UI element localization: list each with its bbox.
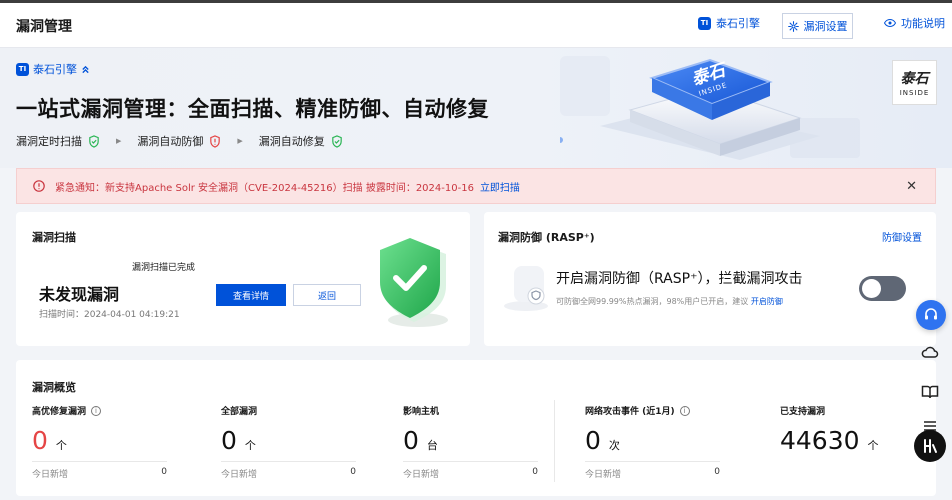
stat-value: 0 (403, 426, 419, 455)
close-icon[interactable]: ✕ (906, 179, 917, 194)
stat-foot: 今日新增 0 (221, 467, 356, 480)
top-bar: 漏洞管理 TI 泰石引擎 漏洞设置 功能说明 (0, 0, 952, 48)
step-repair-label: 漏洞自动修复 (258, 135, 325, 148)
stat-foot: 今日新增 0 (585, 467, 720, 480)
inside-logo-en: INSIDE (899, 89, 930, 97)
engine-link-label: 泰石引擎 (716, 17, 760, 30)
gear-icon (787, 20, 799, 32)
inside-logo-cn: 泰石 (900, 71, 929, 87)
stat-supported-vulns: 已支持漏洞 44630 个 (780, 404, 879, 455)
defense-toggle[interactable] (859, 276, 906, 301)
scan-card-title: 漏洞扫描 (32, 231, 76, 244)
scan-done-label: 漏洞扫描已完成 (132, 263, 196, 273)
shield-alert-icon (210, 134, 221, 148)
cloud-icon (921, 346, 939, 358)
defense-shield-icon (504, 266, 548, 311)
assistant-button[interactable] (914, 430, 946, 462)
vuln-settings-label: 漏洞设置 (803, 20, 848, 33)
docs-tool-button[interactable] (918, 380, 942, 404)
overview-card: 漏洞概览 高优修复漏洞 i 0个 今日新增 0 全部漏洞 0个 今日新增 0 影响主机… (16, 360, 936, 496)
step-defense: 漏洞自动防御 (137, 133, 221, 149)
stat-foot: 今日新增 0 (403, 467, 538, 480)
headset-icon (925, 308, 937, 320)
stat-unit: 个 (244, 439, 256, 452)
stat-value: 0 (221, 426, 237, 455)
stat-divider (403, 461, 538, 462)
step-repair: 漏洞自动修复 (259, 133, 343, 149)
scan-time: 扫描时间：2024-04-01 04:19:21 (39, 310, 180, 320)
step-scan-label: 漏洞定时扫描 (16, 135, 82, 148)
shield-check-icon (380, 238, 448, 327)
book-icon (921, 385, 939, 399)
cloud-tool-button[interactable] (918, 340, 942, 364)
hero-title: 一站式漏洞管理：全面扫描、精准防御、自动修复 (16, 97, 489, 121)
rasp-card: 漏洞防御 (RASP⁺) 防御设置 开启漏洞防御（RASP⁺），拦截漏洞攻击 可… (484, 212, 936, 346)
feature-steps: 漏洞定时扫描 ▶ 漏洞自动防御 ▶ 漏洞自动修复 (16, 133, 343, 149)
eye-icon (884, 18, 896, 28)
enable-defense-link[interactable]: 开启防御 (751, 297, 783, 306)
alert-text: 紧急通知：新支持Apache Solr 安全漏洞（CVE-2024-45216）… (55, 182, 474, 194)
back-button[interactable]: 返回 (293, 284, 361, 306)
step-arrow-icon: ▶ (237, 137, 243, 145)
ti-brand-icon: TI (16, 62, 29, 76)
stat-label: 网络攻击事件 (近1月) i (585, 404, 690, 417)
help-link-label: 功能说明 (901, 17, 945, 30)
defense-settings-link[interactable]: 防御设置 (882, 229, 922, 244)
stat-label: 全部漏洞 (221, 407, 258, 417)
brand-label: 泰石引擎 (33, 63, 77, 76)
rasp-heading: 开启漏洞防御（RASP⁺），拦截漏洞攻击 (556, 271, 803, 287)
stat-unit: 个 (867, 439, 879, 452)
inside-logo: 泰石 INSIDE (892, 60, 937, 105)
stat-label: 影响主机 (403, 407, 440, 417)
vuln-settings-button[interactable]: 漏洞设置 (782, 13, 853, 39)
h-logo-icon (924, 439, 937, 453)
stat-foot: 今日新增 0 (32, 467, 167, 480)
rasp-subtitle: 可防御全网99.99%热点漏洞，98%用户已开启，建议 开启防御 (556, 296, 783, 307)
scan-now-link[interactable]: 立即扫描 (480, 179, 520, 194)
chip-illustration: 泰石 INSIDE (560, 56, 860, 160)
stat-divider (585, 461, 720, 462)
alert-banner: 紧急通知：新支持Apache Solr 安全漏洞（CVE-2024-45216）… (16, 168, 936, 204)
page-title: 漏洞管理 (16, 19, 72, 35)
hero-banner: TI 泰石引擎 一站式漏洞管理：全面扫描、精准防御、自动修复 漏洞定时扫描 ▶ … (0, 48, 952, 168)
stat-high-priority[interactable]: 高优修复漏洞 i 0个 今日新增 0 (32, 404, 167, 480)
shield-check-icon (331, 134, 342, 148)
stat-value: 44630 (780, 426, 860, 455)
help-link[interactable]: 功能说明 (884, 15, 945, 31)
engine-link[interactable]: TI 泰石引擎 (698, 15, 760, 31)
step-defense-label: 漏洞自动防御 (137, 135, 204, 148)
overview-title: 漏洞概览 (32, 381, 76, 394)
toggle-knob (862, 279, 881, 298)
step-scan: 漏洞定时扫描 (16, 133, 100, 149)
stats-divider (554, 400, 555, 482)
stat-label: 已支持漏洞 (780, 407, 826, 417)
stat-divider (221, 461, 356, 462)
step-arrow-icon: ▶ (116, 137, 122, 145)
stat-value: 0 (585, 426, 601, 455)
info-icon[interactable]: i (679, 405, 690, 416)
stat-affected-hosts[interactable]: 影响主机 0台 今日新增 0 (403, 404, 538, 480)
stat-all-vulns[interactable]: 全部漏洞 0个 今日新增 0 (221, 404, 356, 480)
view-details-button[interactable]: 查看详情 (216, 284, 286, 306)
ti-engine-icon: TI (698, 16, 711, 30)
rasp-subtitle-text: 可防御全网99.99%热点漏洞，98%用户已开启，建议 (556, 297, 749, 306)
brand-toggle[interactable]: TI 泰石引擎 (16, 61, 90, 77)
stat-unit: 个 (55, 439, 67, 452)
stat-value: 0 (32, 426, 48, 455)
rasp-card-title: 漏洞防御 (RASP⁺) (498, 231, 595, 244)
shield-check-icon (89, 134, 99, 148)
stat-divider (32, 461, 167, 462)
stat-attack-events[interactable]: 网络攻击事件 (近1月) i 0次 今日新增 0 (585, 404, 720, 480)
support-button[interactable] (916, 300, 946, 330)
alert-circle-icon (33, 180, 45, 192)
stat-unit: 次 (608, 439, 620, 452)
info-icon[interactable]: i (91, 405, 102, 416)
stat-label: 高优修复漏洞 i (32, 404, 102, 417)
chevron-up-double-icon (82, 65, 89, 73)
scan-card: 漏洞扫描 漏洞扫描已完成 未发现漏洞 扫描时间：2024-04-01 04:19… (16, 212, 470, 346)
stat-unit: 台 (426, 439, 438, 452)
scan-status: 未发现漏洞 (39, 285, 120, 304)
